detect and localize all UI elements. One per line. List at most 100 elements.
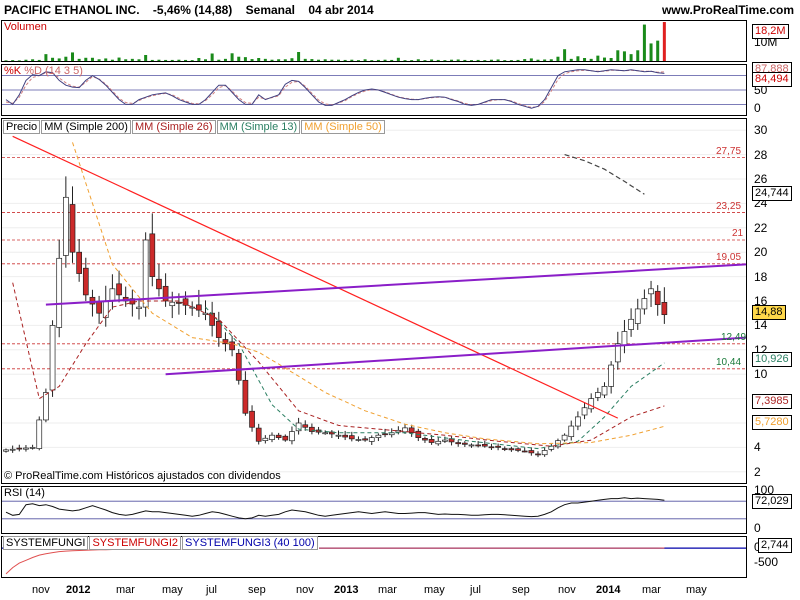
candle-body [594,392,601,398]
candle-body [3,449,9,452]
volume-bar [11,60,15,61]
candle-body [9,448,16,451]
volume-bar [523,59,527,61]
candle-body [608,364,615,387]
volume-bar [563,49,567,61]
candle-body [56,257,63,328]
price-tick: 28 [754,147,768,162]
volume-bar [77,58,81,61]
volume-bar [503,60,507,61]
volume-bar [150,59,154,61]
candle-body [368,437,375,442]
ma200-last: 24,744 [752,186,792,201]
volume-bar [470,60,473,61]
candle-body [634,308,641,324]
x-tick-label: 2013 [334,584,359,596]
volume-bar [383,59,387,61]
volume-bar [184,59,188,61]
candle-body [242,379,249,414]
legend-system2: SYSTEMFUNGI2 [89,536,182,550]
volume-bar [450,59,454,61]
candle-body [76,251,83,274]
x-tick-label: jul [206,584,218,596]
volume-bar [283,59,287,61]
volume-bar [297,52,301,61]
volume-bar [456,59,460,61]
volume-bar [416,59,420,61]
candle-body [43,392,49,421]
candle-body [69,204,76,253]
candle-body [588,398,595,410]
candle-body [255,427,262,442]
volume-bar [463,59,467,61]
x-tick-label: mar [642,584,661,596]
candle-body [462,442,468,445]
legend-system3: SYSTEMFUNGI3 (40 100) [182,536,318,550]
stoch-tick-0: 0 [754,101,761,115]
volume-bar [443,60,447,61]
price-tick: 22 [754,220,768,235]
volume-bar [263,58,267,61]
candle-body [182,298,189,306]
legend-ma200: MM (Simple 200) [41,120,131,134]
candle-body [468,444,475,447]
candle-body [36,419,43,449]
system-last: 2,744 [758,538,792,553]
volume-bar [51,57,55,61]
price-tick: 18 [754,269,768,284]
volume-bar [303,58,307,61]
price-last: 14,88 [752,305,786,320]
candle-body [501,448,508,450]
volume-bar [576,56,580,61]
ma13-last: 10,926 [752,352,792,367]
volume-bar [489,59,493,61]
candle-body [16,447,23,450]
volume-bar [71,52,74,61]
volume-bar [616,50,620,61]
volume-bar [370,60,374,61]
candle-body [322,432,329,435]
candle-body [355,439,362,441]
volume-bar [330,59,334,61]
volume-bar [104,58,108,61]
price-tick: 30 [754,123,768,138]
candle-body [249,410,255,428]
volume-bar [117,57,121,61]
volume-bar [277,59,281,61]
candle-body [302,424,309,428]
level-label: 19,05 [716,251,742,263]
stoch-k-label: %K [4,65,22,77]
stoch-d-label: %D (14 3 5) [24,65,83,77]
volume-bar [84,57,88,61]
volume-bar [217,59,221,61]
volume-bar [190,60,194,61]
candle-body [342,434,348,438]
volume-bar [323,59,327,61]
volume-bar [636,50,640,61]
rsi-label: RSI (14) [4,487,45,499]
stoch-k-last: 84,494 [752,72,792,87]
candle-body [428,439,435,443]
candle-body [654,290,661,306]
volume-bar [556,56,560,61]
volume-bar [170,59,174,61]
legend-ma26: MM (Simple 26) [131,120,216,134]
volume-bar [157,59,161,61]
volume-bar [423,60,427,61]
candle-body [435,440,442,445]
volume-bar [144,55,148,61]
volume-bar [410,60,414,61]
price-legend: Precio MM (Simple 200) MM (Simple 26) MM (S… [3,120,386,134]
ma50-last: 5,7280 [752,415,792,430]
x-tick-label: mar [116,584,135,596]
stochastic-label: %K %D (14 3 5) [4,65,83,78]
volume-bar [529,58,533,61]
candle-body [116,283,122,296]
volume-bar [649,43,653,61]
legend-ma13: MM (Simple 13) [216,120,301,134]
price-tick: 20 [754,245,768,260]
candle-body [422,437,428,441]
candle-body [282,435,289,441]
volume-bar [642,24,646,62]
volume-bar [589,58,593,61]
